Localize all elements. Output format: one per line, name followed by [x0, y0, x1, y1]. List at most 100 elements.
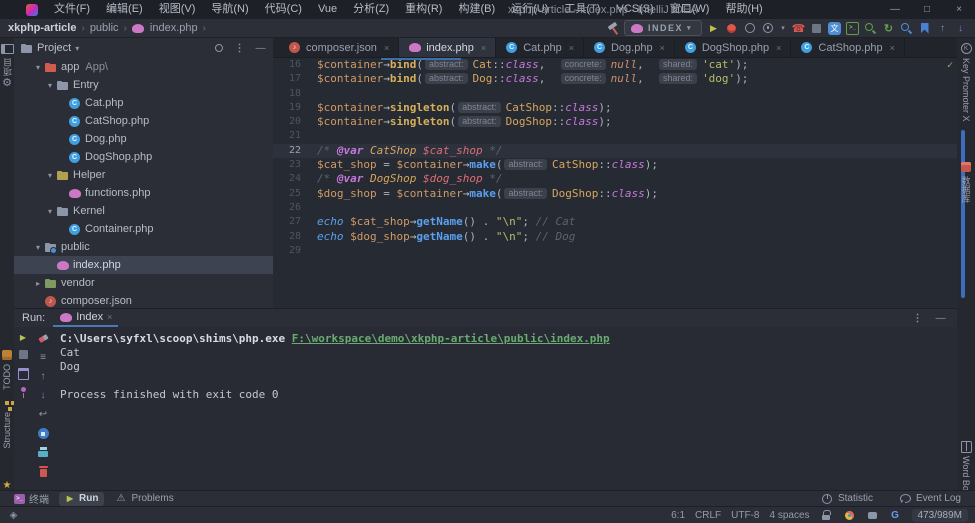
minimize-icon[interactable]: —	[254, 42, 267, 55]
google-icon[interactable]: G	[889, 509, 902, 522]
search-green-icon[interactable]	[864, 22, 877, 35]
stripe-button-项目[interactable]: 项目	[0, 42, 14, 76]
play-sm-icon[interactable]: ▶	[18, 332, 28, 342]
breadcrumb-item-1[interactable]: public	[90, 22, 119, 34]
stripe-toggle-icon[interactable]: ◈	[7, 509, 20, 522]
menu-item-1[interactable]: 编辑(E)	[98, 0, 151, 19]
tree-item-DogShop.php[interactable]: DogShop.php	[14, 148, 273, 166]
tree-item-Container.php[interactable]: Container.php	[14, 220, 273, 238]
close-icon[interactable]: ×	[481, 43, 486, 53]
line-separator[interactable]: CRLF	[695, 510, 721, 521]
close-icon[interactable]: ×	[890, 43, 895, 53]
arrow-up-icon[interactable]: ↑	[37, 370, 50, 383]
robot-icon[interactable]	[866, 509, 879, 522]
menu-item-7[interactable]: 重构(R)	[397, 0, 450, 19]
eraser-icon[interactable]	[37, 332, 50, 345]
tree-item-Cat.php[interactable]: Cat.php	[14, 94, 273, 112]
tree-item-composer.json[interactable]: composer.json	[14, 292, 273, 308]
arrow-down-icon[interactable]: ↓	[954, 22, 967, 35]
profiler-icon[interactable]	[761, 22, 774, 35]
play-icon[interactable]: ▶	[707, 22, 720, 35]
close-button[interactable]: ×	[943, 0, 975, 19]
wrap-icon[interactable]: ↩	[37, 408, 50, 421]
console-file-link[interactable]: F:\workspace\demo\xkphp-article\public\i…	[292, 332, 610, 345]
breadcrumb-item-0[interactable]: xkphp-article	[8, 22, 76, 34]
stripe-button-Key Promoter X[interactable]: Key Promoter X	[957, 42, 975, 122]
close-icon[interactable]: ×	[569, 43, 574, 53]
phone-icon[interactable]: ☎	[792, 22, 805, 35]
stripe-button-Structure[interactable]: Structure	[0, 396, 14, 449]
chevron-down-icon[interactable]: ▾	[32, 243, 44, 252]
tab-composer.json[interactable]: composer.json×	[279, 38, 399, 57]
chrome-icon[interactable]	[843, 509, 856, 522]
run-console[interactable]: C:\Users\syfxl\scoop\shims\php.exe F:\wo…	[60, 327, 953, 488]
toolwindow-button-Run[interactable]: ▶Run	[59, 492, 104, 506]
inspections-ok-icon[interactable]: ✓	[947, 60, 953, 71]
menu-item-5[interactable]: Vue	[310, 0, 345, 19]
tree-item-vendor[interactable]: ▸vendor	[14, 274, 273, 292]
chevron-down-icon[interactable]: ▾	[44, 81, 56, 90]
chevron-right-icon[interactable]: ▸	[32, 279, 44, 288]
trash-icon[interactable]	[37, 465, 50, 478]
breadcrumb-item-2[interactable]: index.php	[150, 22, 198, 34]
chevron-down-icon[interactable]: ▾	[32, 63, 44, 72]
menu-item-8[interactable]: 构建(B)	[450, 0, 503, 19]
memory-indicator[interactable]: 473/989M	[912, 509, 968, 522]
more-icon[interactable]: ⋮	[233, 42, 246, 55]
caret-position[interactable]: 6:1	[671, 510, 685, 521]
pin-icon[interactable]	[17, 386, 30, 399]
stripe-button-数据库[interactable]: 数据库	[957, 160, 975, 203]
scrollend-icon[interactable]	[37, 427, 50, 440]
tab-Cat.php[interactable]: Cat.php×	[496, 38, 584, 57]
chevron-down-icon[interactable]: ▾	[44, 207, 56, 216]
indent-style[interactable]: 4 spaces	[769, 510, 809, 521]
arrow-down-icon[interactable]: ↓	[37, 389, 50, 402]
bug-icon[interactable]	[725, 22, 738, 35]
file-encoding[interactable]: UTF-8	[731, 510, 759, 521]
menu-item-13[interactable]: 帮助(H)	[717, 0, 770, 19]
menu-item-6[interactable]: 分析(Z)	[345, 0, 397, 19]
menu-item-2[interactable]: 视图(V)	[151, 0, 204, 19]
printer-icon[interactable]	[37, 446, 50, 459]
more-icon[interactable]: ⋮	[911, 312, 924, 325]
menu-item-0[interactable]: 文件(F)	[46, 0, 98, 19]
maximize-button[interactable]: □	[911, 0, 943, 19]
minimize-icon[interactable]: —	[934, 312, 947, 325]
lock-icon[interactable]	[820, 509, 833, 522]
chevron-down-icon[interactable]: ▾	[44, 171, 56, 180]
toolwindow-button-Statistic[interactable]: Statistic	[815, 492, 879, 506]
layout-icon[interactable]	[17, 367, 30, 380]
tree-item-Kernel[interactable]: ▾Kernel	[14, 202, 273, 220]
minimize-button[interactable]: —	[879, 0, 911, 19]
caret-icon[interactable]: ▾	[779, 22, 787, 35]
code-editor[interactable]: ✓ 16$container→bind(abstract:Cat::class,…	[273, 58, 957, 308]
run-config-selector[interactable]: INDEX▾	[624, 20, 702, 36]
tree-item-CatShop.php[interactable]: CatShop.php	[14, 112, 273, 130]
tree-item-app[interactable]: ▾appApp\	[14, 58, 273, 76]
close-icon[interactable]: ×	[107, 312, 112, 322]
tree-item-Entry[interactable]: ▾Entry	[14, 76, 273, 94]
stop-icon[interactable]	[810, 22, 823, 35]
stop-icon[interactable]	[17, 348, 30, 361]
stripe-button-gear[interactable]: ⚙	[0, 76, 14, 89]
tree-item-functions.php[interactable]: functions.php	[14, 184, 273, 202]
tree-item-public[interactable]: ▾public	[14, 238, 273, 256]
locate-icon[interactable]	[212, 42, 225, 55]
run-tab-index[interactable]: Index ×	[53, 309, 118, 327]
bookmark-icon[interactable]	[918, 22, 931, 35]
tab-DogShop.php[interactable]: DogShop.php×	[675, 38, 792, 57]
filter-icon[interactable]: ≡	[37, 351, 50, 364]
terminal-g-icon[interactable]: >_	[846, 22, 859, 35]
close-icon[interactable]: ×	[384, 43, 389, 53]
toolwindow-button-Event Log[interactable]: Event Log	[893, 492, 967, 506]
editor-scrollbar-thumb[interactable]	[961, 130, 965, 298]
toolwindow-button-终端[interactable]: >_终端	[8, 492, 55, 506]
close-icon[interactable]: ×	[660, 43, 665, 53]
close-icon[interactable]: ×	[776, 43, 781, 53]
menu-item-4[interactable]: 代码(C)	[257, 0, 310, 19]
tab-CatShop.php[interactable]: CatShop.php×	[791, 38, 904, 57]
translate-icon[interactable]: 文	[828, 22, 841, 35]
tree-item-Helper[interactable]: ▾Helper	[14, 166, 273, 184]
toolwindow-button-Problems[interactable]: ⚠Problems	[108, 492, 179, 506]
tree-item-index.php[interactable]: index.php	[14, 256, 273, 274]
